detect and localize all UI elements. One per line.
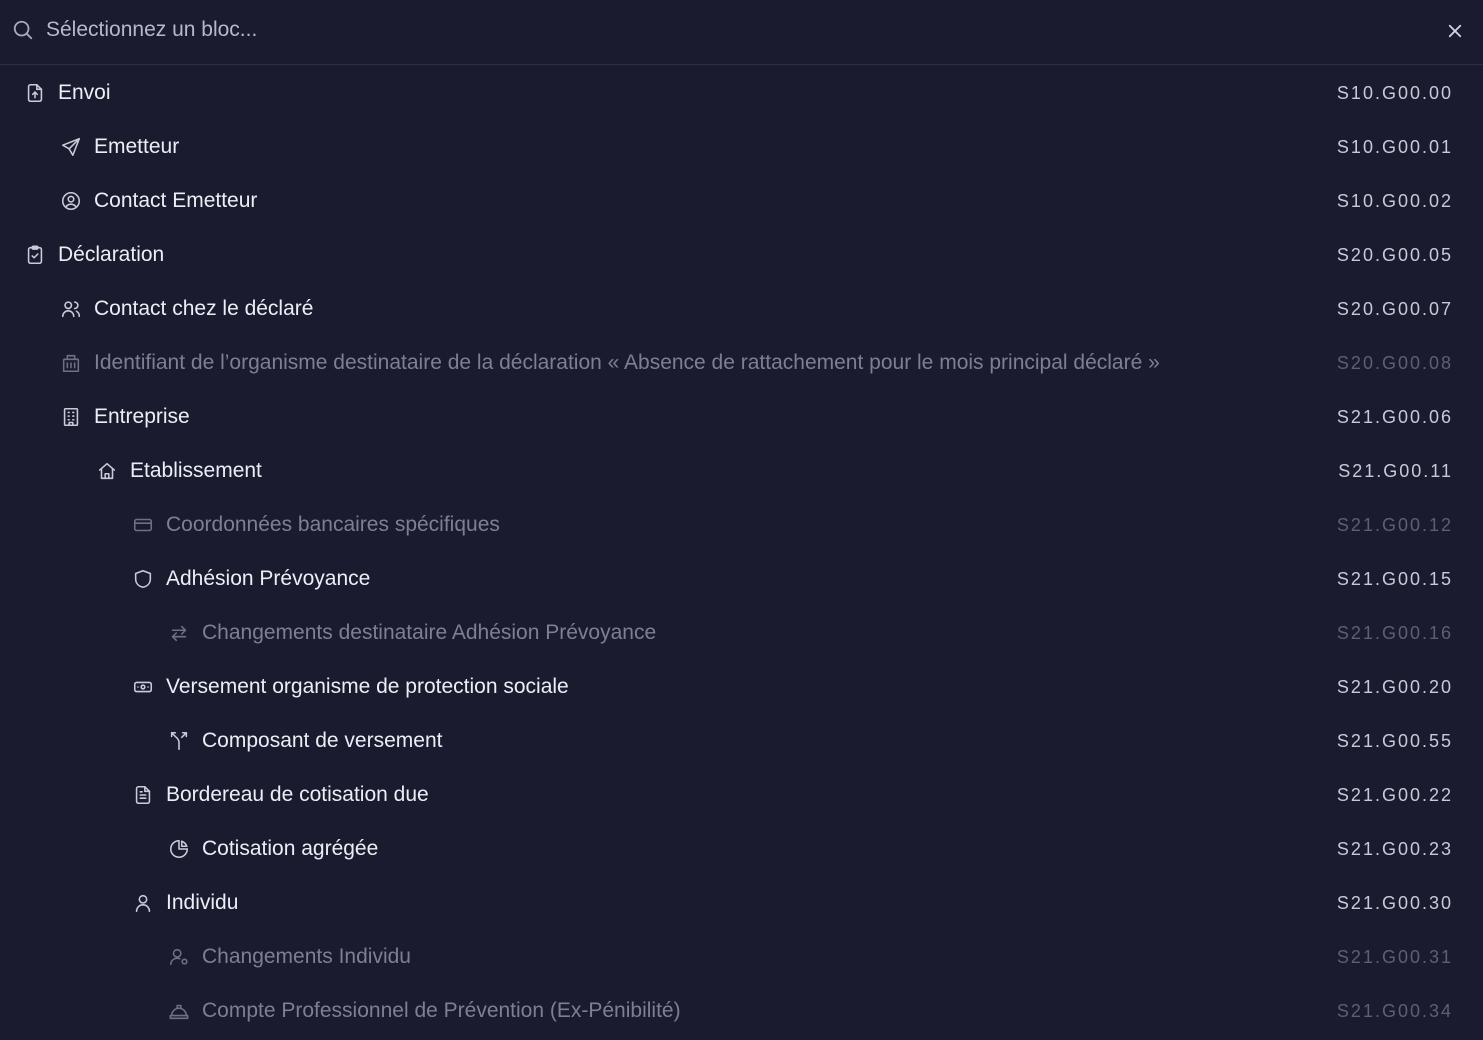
list-item-code: S21.G00.55: [1336, 731, 1453, 751]
list-item-label: Compte Professionnel de Prévention (Ex-P…: [202, 999, 681, 1022]
list-item-code: S21.G00.23: [1336, 839, 1453, 859]
list-item-label: Coordonnées bancaires spécifiques: [166, 513, 500, 536]
shield-icon: [131, 567, 155, 591]
close-icon: [1448, 24, 1462, 38]
list-item-code: S20.G00.05: [1336, 245, 1453, 265]
list-item[interactable]: Composant de versement S21.G00.55: [0, 714, 1483, 768]
list-item[interactable]: Adhésion Prévoyance S21.G00.15: [0, 552, 1483, 606]
list-item-label: Etablissement: [130, 459, 262, 482]
list-item-code: S21.G00.31: [1336, 947, 1453, 967]
list-item-label: Versement organisme de protection social…: [166, 675, 569, 698]
list-item-code: S21.G00.12: [1336, 515, 1453, 535]
list-item-code: S10.G00.00: [1336, 83, 1453, 103]
user-icon: [131, 891, 155, 915]
list-item[interactable]: Emetteur S10.G00.01: [0, 120, 1483, 174]
list-item[interactable]: Changements destinataire Adhésion Prévoy…: [0, 606, 1483, 660]
list-item-label: Emetteur: [94, 135, 180, 158]
list-item-label: Adhésion Prévoyance: [166, 567, 371, 590]
list-item[interactable]: Bordereau de cotisation due S21.G00.22: [0, 768, 1483, 822]
list-item[interactable]: Coordonnées bancaires spécifiques S21.G00…: [0, 498, 1483, 552]
clipboard-check-icon: [23, 243, 47, 267]
list-item-label: Déclaration: [58, 243, 165, 266]
list-item-code: S21.G00.11: [1338, 461, 1453, 481]
list-item-label: Entreprise: [94, 405, 190, 428]
list-item-label: Composant de versement: [202, 729, 443, 752]
list-item[interactable]: Déclaration S20.G00.05: [0, 228, 1483, 282]
credit-card-icon: [131, 513, 155, 537]
list-item[interactable]: Contact chez le déclaré S20.G00.07: [0, 282, 1483, 336]
list-item-label: Identifiant de l’organisme destinataire …: [94, 351, 1160, 374]
building-bank-icon: [59, 351, 83, 375]
list-item-code: S21.G00.15: [1336, 569, 1453, 589]
list-item-code: S20.G00.08: [1336, 353, 1453, 373]
list-item-code: S21.G00.22: [1336, 785, 1453, 805]
pie-chart-icon: [167, 837, 191, 861]
building-icon: [59, 405, 83, 429]
list-item-code: S10.G00.01: [1336, 137, 1453, 157]
users-icon: [59, 297, 83, 321]
list-item-code: S21.G00.30: [1336, 893, 1453, 913]
list-item-label: Envoi: [58, 81, 111, 104]
file-text-icon: [131, 783, 155, 807]
list-item-label: Changements Individu: [202, 945, 411, 968]
list-item-code: S10.G00.02: [1336, 191, 1453, 211]
list-item[interactable]: Contact Emetteur S10.G00.02: [0, 174, 1483, 228]
list-item-label: Contact chez le déclaré: [94, 297, 314, 320]
list-item-code: S21.G00.20: [1336, 677, 1453, 697]
list-item[interactable]: Cotisation agrégée S21.G00.23: [0, 822, 1483, 876]
search-input[interactable]: [46, 10, 1406, 50]
home-icon: [95, 459, 119, 483]
list-item-label: Changements destinataire Adhésion Prévoy…: [202, 621, 657, 644]
list-item-label: Contact Emetteur: [94, 189, 258, 212]
list-item[interactable]: Identifiant de l’organisme destinataire …: [0, 336, 1483, 390]
list-item[interactable]: Envoi S10.G00.00: [0, 66, 1483, 120]
list-item[interactable]: Versement organisme de protection social…: [0, 660, 1483, 714]
list-item[interactable]: Compte Professionnel de Prévention (Ex-P…: [0, 984, 1483, 1038]
list-item-label: Individu: [166, 891, 239, 914]
send-icon: [59, 135, 83, 159]
list-item-code: S21.G00.16: [1336, 623, 1453, 643]
list-item[interactable]: Entreprise S21.G00.06: [0, 390, 1483, 444]
list-item-code: S21.G00.34: [1336, 1001, 1453, 1021]
search-bar: [0, 0, 1483, 65]
list-item-label: Bordereau de cotisation due: [166, 783, 429, 806]
list-item-label: Cotisation agrégée: [202, 837, 379, 860]
list-item[interactable]: Changements Individu S21.G00.31: [0, 930, 1483, 984]
user-cog-icon: [167, 945, 191, 969]
split-icon: [167, 729, 191, 753]
list-item[interactable]: Individu S21.G00.30: [0, 876, 1483, 930]
user-circle-icon: [59, 189, 83, 213]
file-upload-icon: [23, 81, 47, 105]
cash-icon: [131, 675, 155, 699]
close-button[interactable]: [1440, 16, 1470, 46]
arrows-exchange-icon: [167, 621, 191, 645]
helmet-icon: [167, 999, 191, 1023]
search-icon: [12, 19, 34, 41]
list-item-code: S20.G00.07: [1336, 299, 1453, 319]
list-item-code: S21.G00.06: [1336, 407, 1453, 427]
block-list: Envoi S10.G00.00 Emetteur S10.G00.01 Contact…: [0, 66, 1483, 1038]
list-item[interactable]: Etablissement S21.G00.11: [0, 444, 1483, 498]
